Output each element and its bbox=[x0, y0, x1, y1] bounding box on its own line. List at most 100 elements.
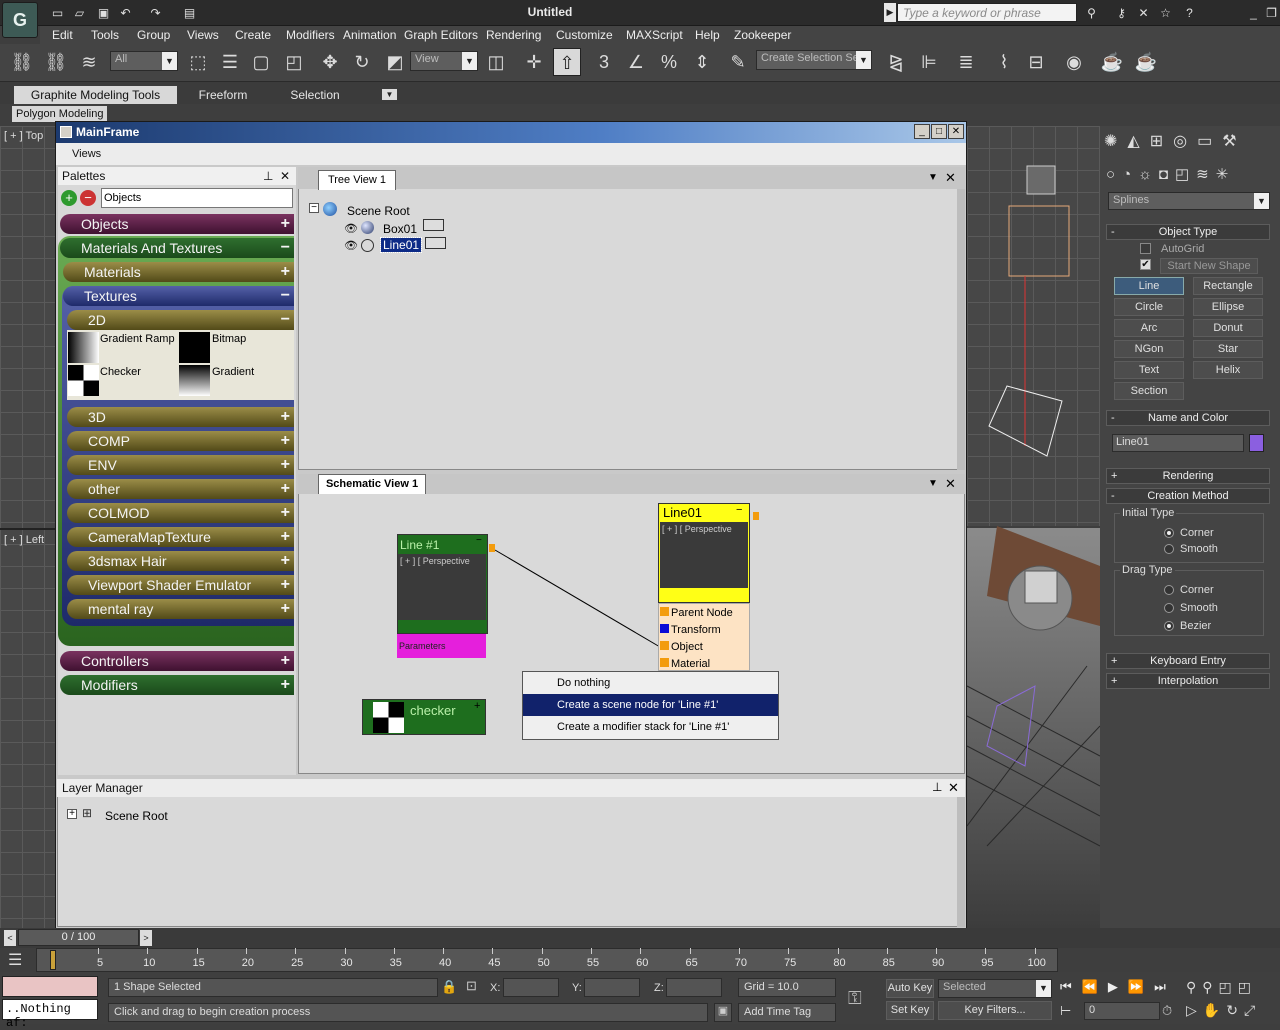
x-coordinate-field[interactable] bbox=[503, 978, 559, 997]
keyboard-shortcut-override-icon[interactable]: ⇧ bbox=[553, 48, 581, 76]
z-coordinate-field[interactable] bbox=[666, 978, 722, 997]
object-name-input[interactable]: Line01 bbox=[1112, 434, 1244, 452]
create-tab-icon[interactable]: ✺ bbox=[1104, 133, 1127, 150]
snaps-toggle-icon[interactable]: 3 bbox=[590, 48, 618, 76]
palette-colmod[interactable]: COLMOD + bbox=[67, 503, 294, 523]
node-expand-icon[interactable]: + bbox=[474, 700, 480, 712]
spinner-snap-icon[interactable]: ⇕ bbox=[688, 48, 716, 76]
angle-snap-icon[interactable]: ∠ bbox=[622, 48, 650, 76]
absolute-mode-icon[interactable]: ⊡ bbox=[466, 978, 484, 997]
select-manipulate-icon[interactable]: ✛ bbox=[520, 48, 548, 76]
unlink-icon[interactable]: ⛓ bbox=[42, 48, 70, 76]
select-object-icon[interactable]: ⬚ bbox=[184, 48, 212, 76]
parameters-port[interactable]: Parameters bbox=[397, 634, 486, 658]
maximize-viewport-icon[interactable]: ⤢ bbox=[1244, 1002, 1261, 1018]
cameras-icon[interactable]: ◘ bbox=[1159, 166, 1175, 183]
menu-tools[interactable]: Tools bbox=[91, 26, 119, 44]
palette-viewport-shader-emulator[interactable]: Viewport Shader Emulator + bbox=[67, 575, 294, 595]
palette-mental-ray[interactable]: mental ray + bbox=[67, 599, 294, 619]
undo-icon[interactable]: ↶ bbox=[116, 4, 135, 22]
pin-icon[interactable]: ⊥ bbox=[263, 167, 273, 185]
viewport-navigation-top[interactable]: ⚲⚲◰◰ bbox=[1186, 979, 1280, 999]
palette-comp[interactable]: COMP + bbox=[67, 431, 294, 451]
node-collapse-icon[interactable]: − bbox=[476, 535, 482, 546]
schematic-close-icon[interactable]: ✕ bbox=[945, 476, 956, 492]
palette-2d[interactable]: 2D − bbox=[67, 310, 294, 330]
menu-group[interactable]: Group bbox=[137, 26, 170, 44]
shape-text-button[interactable]: Text bbox=[1114, 361, 1184, 379]
tab-freeform[interactable]: Freeform bbox=[180, 86, 266, 104]
layer-manager-icon[interactable]: ≣ bbox=[952, 48, 980, 76]
application-logo-button[interactable]: G bbox=[2, 2, 38, 38]
checker-thumbnail[interactable] bbox=[68, 365, 99, 396]
drag-corner-radio[interactable] bbox=[1164, 585, 1174, 595]
shape-ellipse-button[interactable]: Ellipse bbox=[1193, 298, 1263, 316]
menu-zookeeper[interactable]: Zookeeper bbox=[734, 26, 791, 44]
palette-controllers[interactable]: Controllers + bbox=[60, 651, 294, 671]
rollout-interpolation[interactable]: + Interpolation bbox=[1106, 673, 1270, 689]
new-file-icon[interactable]: ▭ bbox=[48, 4, 67, 22]
field-of-view-icon[interactable]: ▷ bbox=[1186, 1002, 1203, 1018]
menu-create[interactable]: Create bbox=[235, 26, 271, 44]
palette-3d[interactable]: 3D + bbox=[67, 407, 294, 427]
edit-named-selection-icon[interactable]: ✎ bbox=[724, 48, 752, 76]
go-to-start-icon[interactable]: ⏮ bbox=[1060, 979, 1082, 994]
render-setup-icon[interactable]: ☕ bbox=[1098, 48, 1126, 76]
palette-3dsmax-hair[interactable]: 3dsmax Hair + bbox=[67, 551, 294, 571]
rollout-creation-method[interactable]: - Creation Method bbox=[1106, 488, 1270, 504]
port-object[interactable]: Object bbox=[671, 641, 703, 653]
port-material[interactable]: Material bbox=[671, 658, 710, 670]
orbit-icon[interactable]: ↻ bbox=[1226, 1002, 1244, 1018]
tab-graphite-modeling-tools[interactable]: Graphite Modeling Tools bbox=[14, 86, 177, 104]
pin-icon[interactable]: ⊥ bbox=[932, 780, 942, 794]
scale-icon[interactable]: ◩ bbox=[381, 48, 409, 76]
output-port[interactable] bbox=[753, 512, 759, 520]
select-and-link-icon[interactable]: ⛓ bbox=[8, 48, 36, 76]
palette-search-input[interactable]: Objects bbox=[101, 188, 293, 208]
shape-helix-button[interactable]: Helix bbox=[1193, 361, 1263, 379]
play-icon[interactable]: ▶ bbox=[1108, 979, 1128, 994]
palette-materials-and-textures[interactable]: Materials And Textures − bbox=[60, 238, 294, 258]
palette-modifiers[interactable]: Modifiers + bbox=[60, 675, 294, 695]
rectangular-selection-icon[interactable]: ▢ bbox=[247, 48, 275, 76]
bitmap-label[interactable]: Bitmap bbox=[212, 333, 246, 345]
set-key-button[interactable]: Set Key bbox=[886, 1001, 934, 1020]
tree-collapse-toggle[interactable]: − bbox=[309, 203, 319, 213]
palette-other[interactable]: other + bbox=[67, 479, 294, 499]
save-icon[interactable]: ▣ bbox=[94, 4, 113, 22]
gradient-ramp-thumbnail[interactable] bbox=[68, 332, 99, 363]
rotate-icon[interactable]: ↻ bbox=[348, 48, 376, 76]
layer-manager-scrollbar[interactable] bbox=[957, 797, 965, 927]
modify-tab-icon[interactable]: ◭ bbox=[1127, 133, 1149, 150]
align-icon[interactable]: ⊫ bbox=[915, 48, 943, 76]
menu-maxscript[interactable]: MAXScript bbox=[626, 26, 683, 44]
autogrid-checkbox[interactable] bbox=[1140, 243, 1151, 254]
pan-hand-icon[interactable]: ✋ bbox=[1203, 1002, 1226, 1018]
utilities-tab-icon[interactable]: ⚒ bbox=[1222, 133, 1246, 150]
port-transform[interactable]: Transform bbox=[671, 624, 721, 636]
object-category-dropdown[interactable]: Splines ▼ bbox=[1108, 192, 1270, 210]
tree-view-menu-icon[interactable]: ▼ bbox=[928, 172, 938, 183]
tree-root-label[interactable]: Scene Root bbox=[347, 204, 410, 218]
remove-palette-icon[interactable]: − bbox=[80, 190, 96, 206]
menu-item-create-modifier-stack[interactable]: Create a modifier stack for 'Line #1' bbox=[523, 716, 778, 738]
palette-cameramaptexture[interactable]: CameraMapTexture + bbox=[67, 527, 294, 547]
menu-customize[interactable]: Customize bbox=[556, 26, 613, 44]
time-slider-prev-icon[interactable]: < bbox=[4, 930, 16, 946]
palette-env[interactable]: ENV + bbox=[67, 455, 294, 475]
reference-coordinate-dropdown[interactable]: View ▼ bbox=[410, 51, 478, 71]
key-filters-button[interactable]: Key Filters... bbox=[938, 1001, 1052, 1020]
lights-icon[interactable]: ☼ bbox=[1138, 166, 1159, 183]
time-tag-icon[interactable]: ▣ bbox=[714, 1003, 732, 1022]
output-port[interactable] bbox=[489, 544, 495, 552]
zoom-extents-all-icon[interactable]: ◰ bbox=[1238, 979, 1257, 995]
shape-line-button[interactable]: Line bbox=[1114, 277, 1184, 295]
maxscript-mini-listener[interactable]: ..Nothing af: bbox=[2, 999, 98, 1030]
named-selection-sets-dropdown[interactable]: Create Selection Se ▼ bbox=[756, 50, 872, 70]
spacewarps-icon[interactable]: ≋ bbox=[1196, 166, 1216, 183]
tab-selection[interactable]: Selection bbox=[270, 86, 360, 104]
bitmap-thumbnail[interactable] bbox=[179, 332, 210, 363]
go-to-end-icon[interactable]: ⏭ bbox=[1154, 979, 1176, 994]
menu-views[interactable]: Views bbox=[72, 148, 101, 160]
ribbon-polygon-modeling[interactable]: Polygon Modeling bbox=[12, 106, 107, 122]
